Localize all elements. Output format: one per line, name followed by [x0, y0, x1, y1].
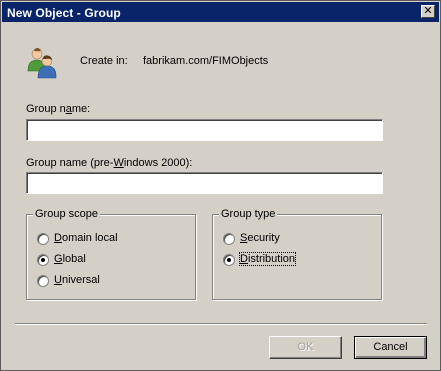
radio-security[interactable]: Security	[223, 232, 373, 247]
group-type-box: Group type Security Distribution	[212, 208, 382, 300]
radio-global[interactable]: Global	[37, 253, 187, 268]
cancel-button[interactable]: Cancel	[354, 336, 427, 359]
radio-label: Distribution	[238, 252, 297, 266]
radio-domain-local[interactable]: Domain local	[37, 232, 187, 247]
radio-button[interactable]	[37, 275, 49, 287]
radio-button[interactable]	[37, 233, 49, 245]
radio-button[interactable]	[223, 233, 235, 245]
radio-universal[interactable]: Universal	[37, 274, 187, 289]
close-icon: ✕	[423, 5, 433, 17]
users-group-icon	[27, 48, 57, 79]
group-name-pre2000-label: Group name (pre-Windows 2000):	[26, 157, 193, 169]
group-name-pre2000-input[interactable]	[26, 172, 383, 194]
title-bar[interactable]: New Object - Group ✕	[2, 2, 439, 22]
group-name-label: Group name:	[26, 103, 91, 115]
separator	[15, 323, 427, 325]
radio-button[interactable]	[223, 254, 235, 266]
radio-button[interactable]	[37, 254, 49, 266]
radio-label: Global	[54, 253, 86, 265]
group-name-input[interactable]	[26, 119, 383, 141]
radio-label: Domain local	[54, 232, 118, 244]
create-in-label: Create in:	[80, 55, 128, 67]
new-object-group-dialog: New Object - Group ✕ Create in: fabrikam…	[0, 0, 441, 371]
create-in-path: fabrikam.com/FIMObjects	[143, 55, 269, 67]
group-scope-legend: Group scope	[33, 208, 100, 220]
radio-label: Universal	[54, 274, 100, 286]
radio-label: Security	[240, 232, 280, 244]
ok-button[interactable]: OK	[269, 336, 342, 359]
close-button[interactable]: ✕	[421, 5, 435, 18]
group-scope-box: Group scope Domain local Global Universa…	[26, 208, 196, 300]
radio-distribution[interactable]: Distribution	[223, 252, 373, 268]
group-type-legend: Group type	[219, 208, 278, 220]
window-title: New Object - Group	[7, 6, 121, 20]
